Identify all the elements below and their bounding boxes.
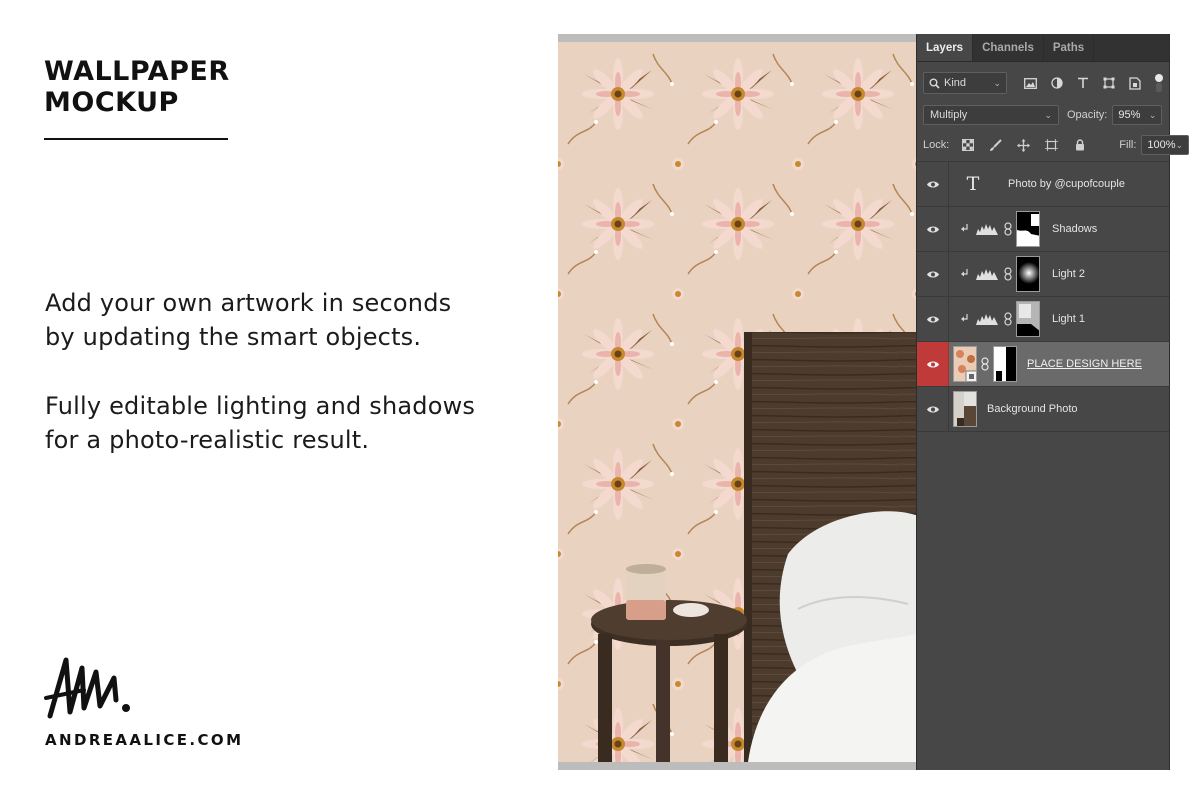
- tab-layers[interactable]: Layers: [917, 34, 974, 61]
- panel-tabs: Layers Channels Paths: [917, 34, 1169, 62]
- adjustment-filter-icon[interactable]: [1047, 74, 1066, 93]
- visibility-eye-icon[interactable]: [917, 387, 949, 431]
- lock-row: Lock: Fill: 100% ⌄: [923, 135, 1190, 155]
- lock-brush-icon[interactable]: [986, 136, 1005, 155]
- layer-list: T Photo by @cupofcouple Shadows Light 2 …: [917, 161, 1169, 432]
- layers-panel: Layers Channels Paths Kind ⌄ Multiply ⌄ …: [916, 34, 1190, 770]
- visibility-eye-icon[interactable]: [917, 297, 949, 341]
- levels-adjustment-icon: [976, 269, 998, 280]
- fill-value: 100%: [1147, 139, 1176, 151]
- blend-row: Multiply ⌄ Opacity: 95% ⌄: [923, 105, 1163, 125]
- layer-name: Light 1: [1052, 313, 1086, 325]
- visibility-eye-icon[interactable]: [917, 342, 949, 386]
- desc2-line-1: Fully editable lighting and shadows: [45, 392, 476, 420]
- background-thumbnail: [953, 391, 977, 427]
- blend-mode-value: Multiply: [930, 109, 968, 121]
- layer-name: Photo by @cupofcouple: [1008, 178, 1125, 190]
- layer-row-light-2[interactable]: Light 2: [917, 252, 1169, 297]
- blend-mode-select[interactable]: Multiply ⌄: [923, 105, 1059, 125]
- lock-all-icon[interactable]: [1070, 136, 1089, 155]
- opacity-field[interactable]: 95% ⌄: [1112, 105, 1163, 125]
- layer-name: PLACE DESIGN HERE: [1027, 358, 1142, 370]
- filter-row: Kind ⌄: [923, 72, 1163, 94]
- tab-paths[interactable]: Paths: [1044, 34, 1095, 61]
- mockup-photo: [558, 34, 918, 770]
- desc1-line-1: Add your own artwork in seconds: [45, 289, 452, 317]
- link-chain-icon: [981, 357, 989, 371]
- filter-icons: [1021, 74, 1163, 93]
- title-line-2: MOCKUP: [44, 87, 179, 118]
- layer-row-photo-credit[interactable]: T Photo by @cupofcouple: [917, 162, 1169, 207]
- chevron-down-icon: ⌄: [993, 77, 1001, 88]
- desc2-line-2: for a photo-realistic result.: [45, 426, 370, 454]
- layer-row-background[interactable]: Background Photo: [917, 387, 1169, 432]
- chevron-down-icon: ⌄: [1044, 109, 1052, 120]
- fill-field[interactable]: 100% ⌄: [1141, 135, 1190, 155]
- clipping-arrow-icon: [961, 224, 968, 232]
- pixel-filter-icon[interactable]: [1021, 74, 1040, 93]
- bedroom-scene: [558, 42, 918, 762]
- signature-logo: [44, 657, 130, 719]
- layer-row-shadows[interactable]: Shadows: [917, 207, 1169, 252]
- title-line-1: WALLPAPER: [44, 56, 230, 87]
- clipping-arrow-icon: [961, 314, 968, 322]
- filter-toggle[interactable]: [1155, 74, 1163, 92]
- description-smart-objects: Add your own artwork in seconds by updat…: [45, 286, 545, 354]
- chevron-down-icon: ⌄: [1175, 139, 1184, 150]
- layer-name: Light 2: [1052, 268, 1086, 280]
- layer-name: Shadows: [1052, 223, 1098, 235]
- search-icon: [929, 78, 940, 89]
- levels-adjustment-icon: [976, 224, 998, 235]
- layer-row-place-design[interactable]: PLACE DESIGN HERE: [917, 342, 1169, 387]
- layer-row-light-1[interactable]: Light 1: [917, 297, 1169, 342]
- chevron-down-icon: ⌄: [1148, 109, 1157, 120]
- website-url: ANDREAALICE.COM: [45, 731, 244, 749]
- lock-transparency-icon[interactable]: [958, 136, 977, 155]
- layer-mask-thumbnail: [1016, 301, 1040, 337]
- layer-mask-thumbnail: [1016, 256, 1040, 292]
- type-layer-icon: T: [966, 173, 980, 195]
- title-divider: [44, 138, 228, 140]
- visibility-eye-icon[interactable]: [917, 252, 949, 296]
- tab-channels[interactable]: Channels: [973, 34, 1044, 61]
- page-title: WALLPAPER MOCKUP: [44, 56, 230, 118]
- type-filter-icon[interactable]: [1073, 74, 1092, 93]
- smart-object-thumbnail: [953, 346, 977, 382]
- lock-position-icon[interactable]: [1014, 136, 1033, 155]
- lock-icons: [958, 136, 1089, 155]
- layer-mask-thumbnail: [993, 346, 1017, 382]
- visibility-eye-icon[interactable]: [917, 207, 949, 251]
- link-chain-icon: [1004, 312, 1012, 326]
- opacity-value: 95%: [1118, 109, 1141, 121]
- fill-label: Fill:: [1119, 139, 1137, 151]
- layer-mask-thumbnail: [1016, 211, 1040, 247]
- link-chain-icon: [1004, 267, 1012, 281]
- filter-kind-label: Kind: [944, 77, 967, 89]
- layer-name: Background Photo: [987, 403, 1078, 415]
- clipping-arrow-icon: [961, 269, 968, 277]
- opacity-label: Opacity:: [1067, 109, 1108, 121]
- visibility-eye-icon[interactable]: [917, 162, 949, 206]
- link-chain-icon: [1004, 222, 1012, 236]
- lock-artboard-icon[interactable]: [1042, 136, 1061, 155]
- shape-filter-icon[interactable]: [1099, 74, 1118, 93]
- levels-adjustment-icon: [976, 314, 998, 325]
- lock-label: Lock:: [923, 139, 950, 151]
- description-lighting: Fully editable lighting and shadows for …: [45, 389, 545, 457]
- smart-object-filter-icon[interactable]: [1125, 74, 1144, 93]
- filter-kind-select[interactable]: Kind ⌄: [923, 72, 1007, 94]
- desc1-line-2: by updating the smart objects.: [45, 323, 422, 351]
